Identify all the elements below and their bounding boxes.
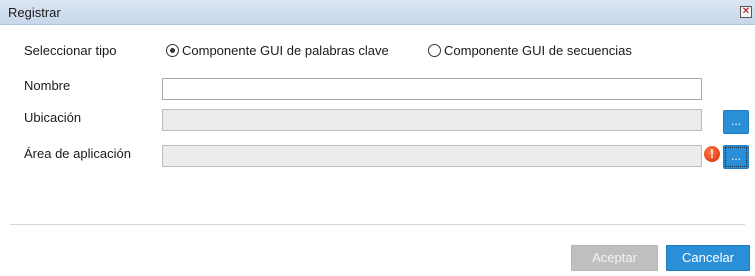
name-input[interactable] <box>162 78 702 100</box>
radio-checked-icon[interactable] <box>166 44 179 57</box>
name-label: Nombre <box>24 78 71 93</box>
location-field[interactable] <box>162 109 702 131</box>
ok-button[interactable]: Aceptar <box>571 245 658 271</box>
location-browse-button[interactable]: ... <box>723 110 749 134</box>
register-dialog: Registrar ✕ Seleccionar tipo Componente … <box>0 0 755 276</box>
area-field[interactable] <box>162 145 702 167</box>
error-icon: ! <box>704 146 720 162</box>
area-label: Área de aplicación <box>24 146 131 161</box>
dialog-title: Registrar <box>8 5 61 20</box>
radio-keyword-gui-label[interactable]: Componente GUI de palabras clave <box>182 43 389 58</box>
radio-sequence-gui[interactable]: Componente GUI de secuencias <box>428 43 632 58</box>
divider <box>10 224 745 225</box>
cancel-button[interactable]: Cancelar <box>666 245 750 271</box>
type-label: Seleccionar tipo <box>24 43 117 58</box>
title-bar[interactable]: Registrar ✕ <box>0 0 755 25</box>
close-icon[interactable]: ✕ <box>740 6 752 18</box>
radio-unchecked-icon[interactable] <box>428 44 441 57</box>
area-browse-button[interactable]: ... <box>723 145 749 169</box>
location-label: Ubicación <box>24 110 82 125</box>
radio-keyword-gui[interactable]: Componente GUI de palabras clave <box>166 43 389 58</box>
radio-sequence-gui-label[interactable]: Componente GUI de secuencias <box>444 43 632 58</box>
